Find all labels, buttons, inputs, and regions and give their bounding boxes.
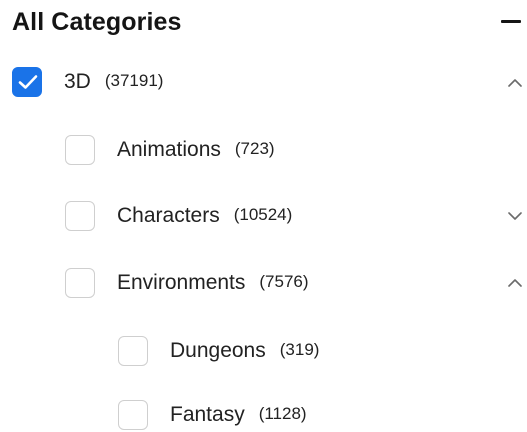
category-count-animations: (723) [234, 139, 275, 158]
category-checkbox-characters[interactable] [65, 201, 95, 231]
category-label-characters: Characters [117, 204, 220, 227]
category-count-dungeons: (319) [279, 340, 320, 359]
category-count-fantasy: (1128) [258, 404, 307, 423]
minus-icon-bar [501, 20, 521, 23]
category-label-fantasy: Fantasy [170, 403, 245, 426]
chevron-up-icon[interactable] [507, 277, 523, 289]
category-count-characters: (10524) [233, 205, 293, 224]
category-count-environments: (7576) [259, 272, 309, 291]
category-checkbox-environments[interactable] [65, 268, 95, 298]
category-item-dungeons[interactable]: Dungeons (319) [118, 334, 319, 368]
category-filter-panel: All Categories 3D (37191) Animations (72… [0, 0, 527, 432]
category-checkbox-dungeons[interactable] [118, 336, 148, 366]
category-label-environments: Environments [117, 271, 246, 294]
category-checkbox-fantasy[interactable] [118, 400, 148, 430]
category-item-animations[interactable]: Animations (723) [65, 133, 275, 167]
minus-icon[interactable] [501, 12, 521, 32]
category-item-characters[interactable]: Characters (10524) [65, 199, 292, 233]
category-item-fantasy[interactable]: Fantasy (1128) [118, 398, 307, 432]
chevron-down-icon[interactable] [507, 210, 523, 222]
panel-title: All Categories [12, 8, 182, 36]
category-item-3d[interactable]: 3D (37191) [12, 65, 163, 99]
category-item-environments[interactable]: Environments (7576) [65, 266, 309, 300]
category-label-dungeons: Dungeons [170, 339, 266, 362]
category-checkbox-3d[interactable] [12, 67, 42, 97]
category-checkbox-animations[interactable] [65, 135, 95, 165]
checkmark-icon [18, 75, 38, 89]
category-count-3d: (37191) [104, 71, 164, 90]
category-label-3d: 3D [64, 70, 91, 93]
category-label-animations: Animations [117, 138, 221, 161]
chevron-up-icon[interactable] [507, 77, 523, 89]
